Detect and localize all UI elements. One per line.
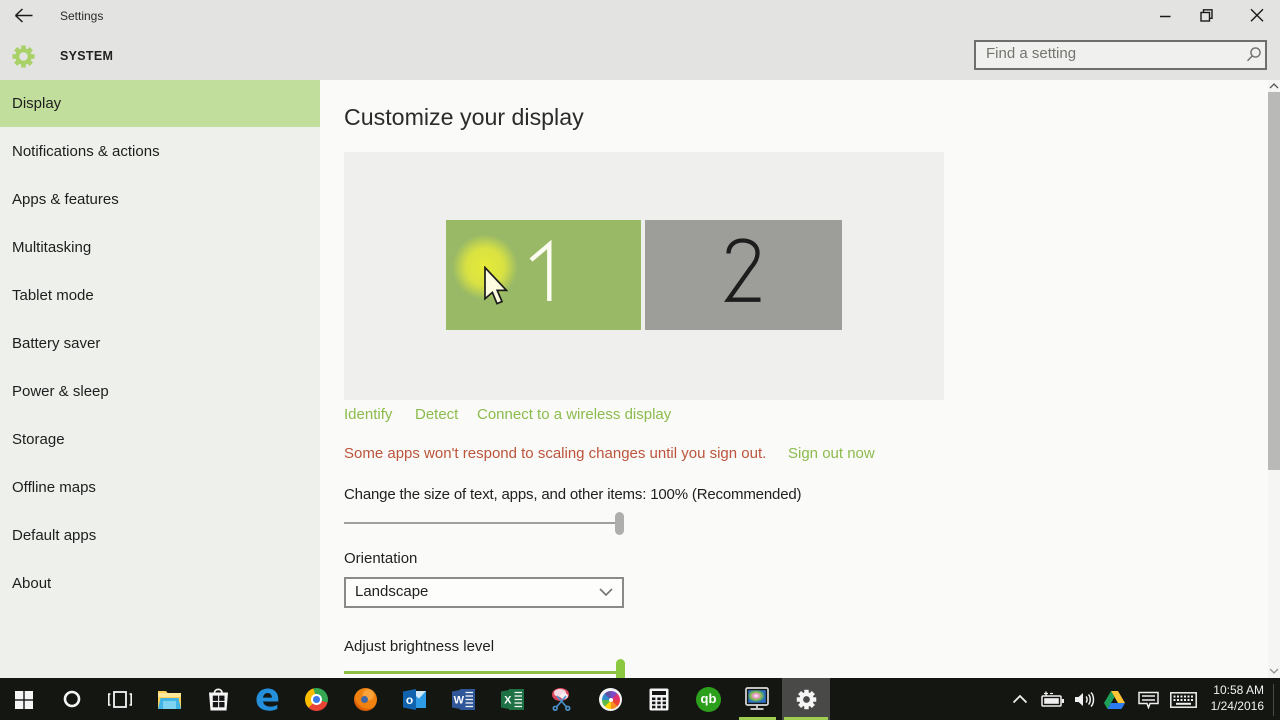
svg-text:X: X bbox=[504, 695, 512, 707]
svg-text:W: W bbox=[454, 695, 465, 707]
svg-text:o: o bbox=[406, 693, 413, 707]
